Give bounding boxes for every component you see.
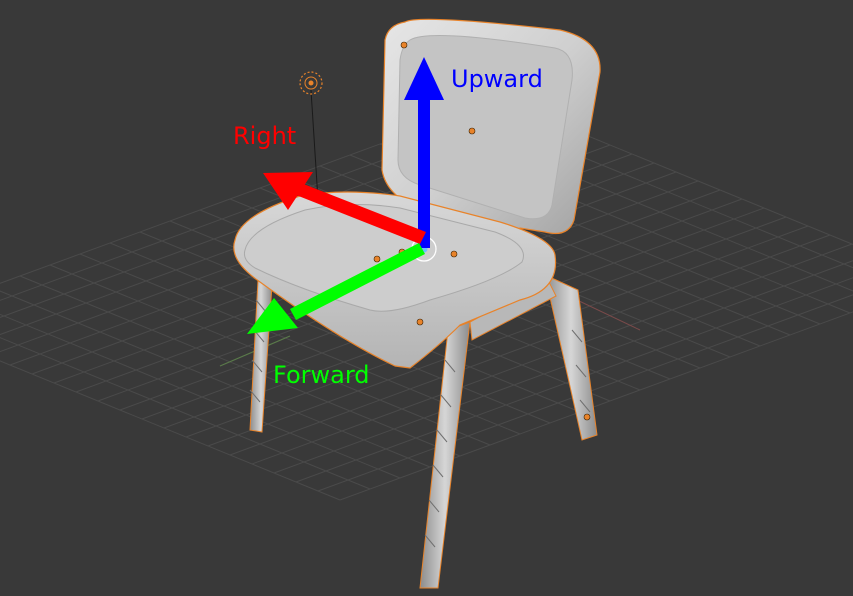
chair-object[interactable] bbox=[233, 18, 601, 589]
upward-label: Upward bbox=[451, 65, 543, 93]
grid-line bbox=[0, 360, 341, 501]
grid-line bbox=[0, 337, 371, 490]
viewport-scene: Upward Right Forward bbox=[0, 18, 853, 589]
3d-viewport[interactable]: Upward Right Forward bbox=[0, 0, 853, 596]
forward-label: Forward bbox=[273, 361, 370, 389]
right-label: Right bbox=[233, 122, 296, 150]
